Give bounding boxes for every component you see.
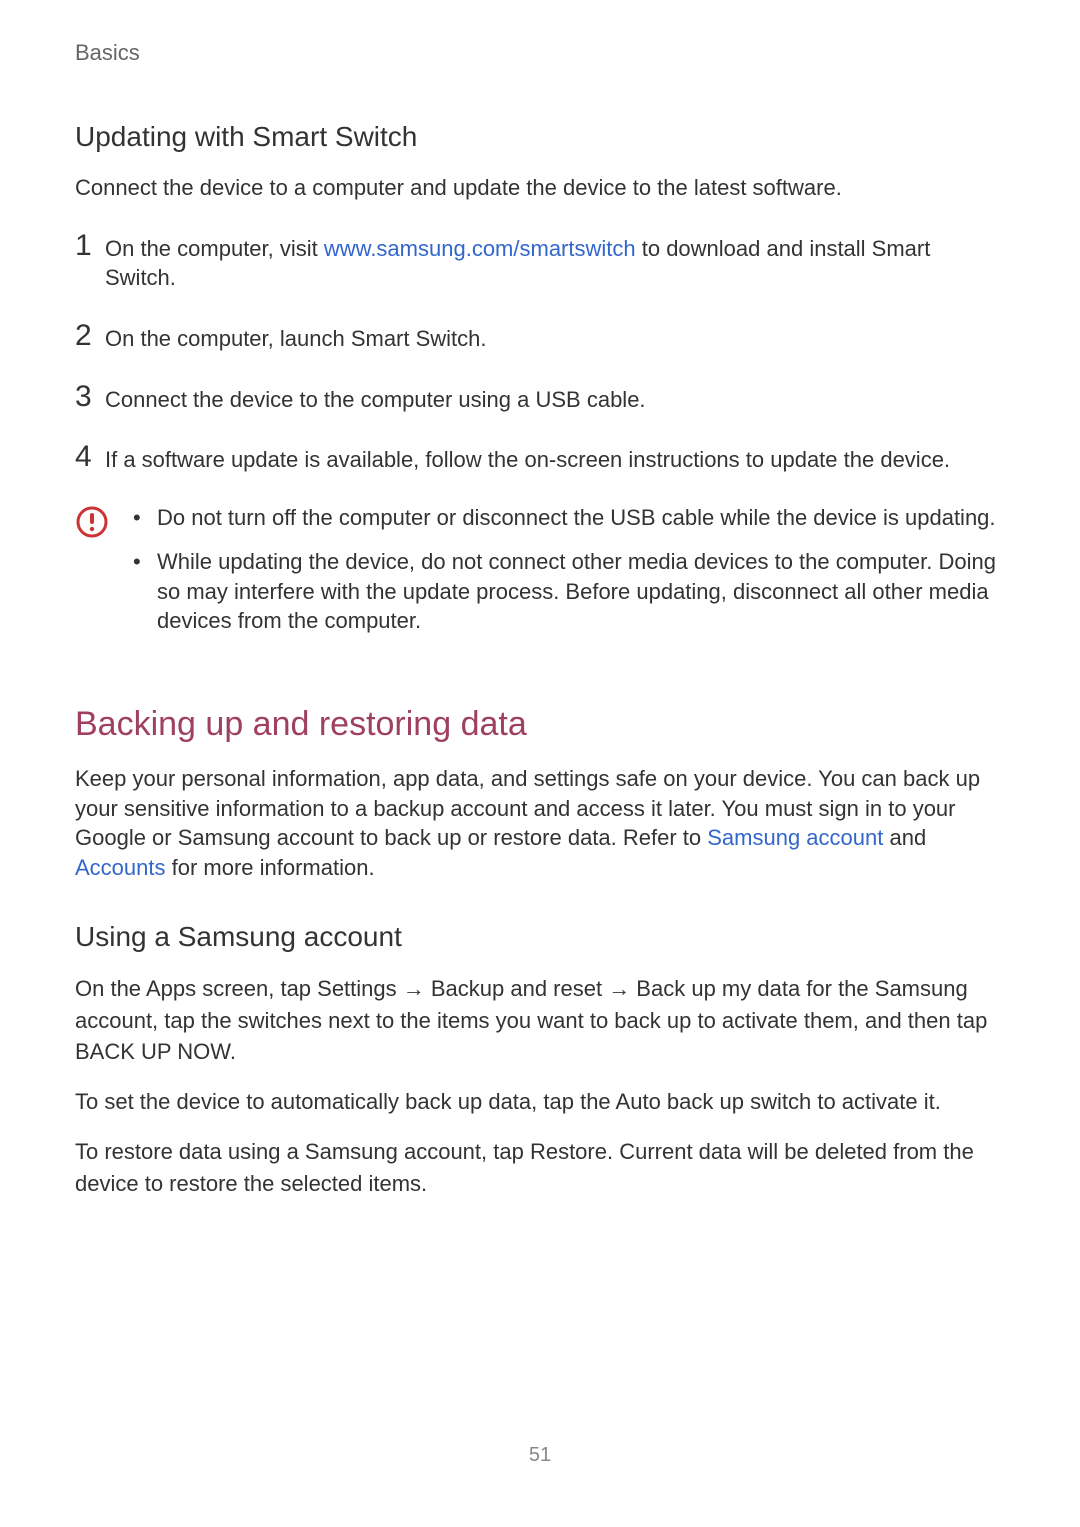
step-3-content: Connect the device to the computer using…	[105, 382, 1005, 415]
step-1-content: On the computer, visit www.samsung.com/s…	[105, 231, 1005, 293]
warning-icon	[75, 505, 109, 539]
step-4: 4 If a software update is available, fol…	[75, 442, 1005, 475]
warning-bullet-1-text: Do not turn off the computer or disconne…	[157, 503, 1005, 533]
warning-bullet-1: • Do not turn off the computer or discon…	[133, 503, 1005, 533]
intro-text-b: and	[883, 825, 926, 850]
numbered-steps-list: 1 On the computer, visit www.samsung.com…	[75, 231, 1005, 475]
step-2-content: On the computer, launch Smart Switch.	[105, 321, 1005, 354]
smartswitch-link[interactable]: www.samsung.com/smartswitch	[324, 236, 636, 261]
intro-backing-up: Keep your personal information, app data…	[75, 764, 1005, 883]
step-1-text-a: On the computer, visit	[105, 236, 324, 261]
heading-backing-up: Backing up and restoring data	[75, 705, 1005, 744]
bullet-dot-icon: •	[133, 547, 157, 577]
step-number-3: 3	[75, 382, 105, 412]
page-number: 51	[529, 1444, 551, 1467]
header-section-label: Basics	[75, 40, 1005, 66]
paragraph-auto-backup: To set the device to automatically back …	[75, 1086, 1005, 1118]
accounts-link[interactable]: Accounts	[75, 855, 166, 880]
intro-text-smart-switch: Connect the device to a computer and upd…	[75, 173, 1005, 203]
paragraph-backup-instructions: On the Apps screen, tap Settings → Backu…	[75, 973, 1005, 1069]
step-1: 1 On the computer, visit www.samsung.com…	[75, 231, 1005, 293]
warning-bullet-2: • While updating the device, do not conn…	[133, 547, 1005, 636]
step-2: 2 On the computer, launch Smart Switch.	[75, 321, 1005, 354]
step-number-2: 2	[75, 321, 105, 351]
warning-bullet-2-text: While updating the device, do not connec…	[157, 547, 1005, 636]
paragraph-restore: To restore data using a Samsung account,…	[75, 1136, 1005, 1200]
step-4-content: If a software update is available, follo…	[105, 442, 1005, 475]
step-3: 3 Connect the device to the computer usi…	[75, 382, 1005, 415]
heading-using-samsung-account: Using a Samsung account	[75, 921, 1005, 953]
warning-block: • Do not turn off the computer or discon…	[75, 503, 1005, 650]
warning-content: • Do not turn off the computer or discon…	[133, 503, 1005, 650]
intro-text-c: for more information.	[166, 855, 375, 880]
step-number-1: 1	[75, 231, 105, 261]
step-number-4: 4	[75, 442, 105, 472]
bullet-dot-icon: •	[133, 503, 157, 533]
heading-updating-smart-switch: Updating with Smart Switch	[75, 121, 1005, 153]
samsung-account-link[interactable]: Samsung account	[707, 825, 883, 850]
